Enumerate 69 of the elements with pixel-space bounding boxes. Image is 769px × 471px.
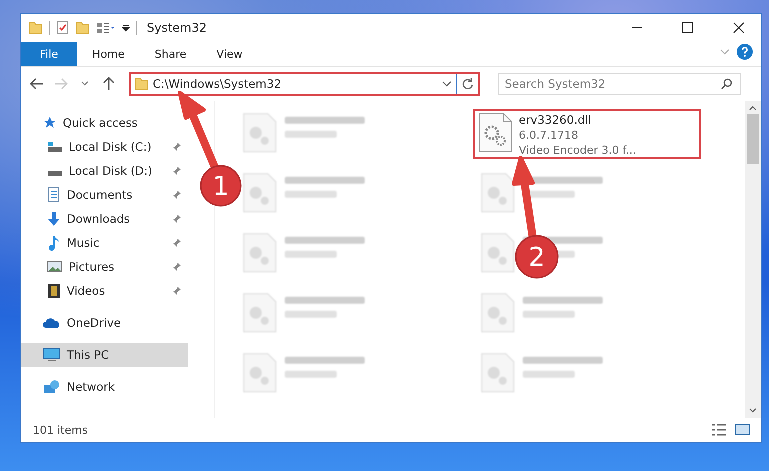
file-menu-button[interactable]: File xyxy=(21,42,78,66)
file-detail: 6.0.7.1718 xyxy=(519,128,580,143)
search-icon xyxy=(721,78,733,90)
sidebar-item[interactable]: OneDrive xyxy=(21,311,188,335)
thumbnail-icon xyxy=(735,423,751,437)
help-icon xyxy=(737,44,753,60)
address-bar[interactable]: C:\Windows\System32 xyxy=(129,72,480,96)
file-item[interactable]: erv33260.dll 6.0.7.1718 Video Encoder 3.0 f... xyxy=(473,109,701,159)
sidebar-item[interactable]: Videos xyxy=(21,279,188,303)
chevron-down-icon xyxy=(81,81,89,87)
pin-icon xyxy=(172,238,182,248)
step-marker xyxy=(200,165,242,207)
sidebar-item[interactable]: Network xyxy=(21,375,188,399)
sidebar-item[interactable]: Music xyxy=(21,231,188,255)
sidebar-item[interactable]: Downloads xyxy=(21,207,188,231)
scroll-up-icon xyxy=(749,104,757,112)
ribbon-tab[interactable]: View xyxy=(202,42,258,66)
gear-file-icon xyxy=(479,113,513,153)
step-number: 1 xyxy=(212,172,230,202)
sidebar-item[interactable]: Local Disk (C:) xyxy=(21,135,188,159)
pin-icon xyxy=(172,262,182,272)
pin-icon xyxy=(172,190,182,200)
list-icon xyxy=(711,423,727,437)
folder-icon xyxy=(135,77,149,91)
ribbon-tab[interactable]: Home xyxy=(77,42,140,66)
search-field[interactable]: Search System32 xyxy=(498,73,741,95)
pin-icon xyxy=(172,286,182,296)
picture-icon xyxy=(47,260,63,274)
pin-icon xyxy=(172,142,182,152)
film-icon xyxy=(47,283,61,299)
sidebar-item[interactable]: Documents xyxy=(21,183,188,207)
up-arrow-icon xyxy=(103,77,115,91)
scrollbar[interactable] xyxy=(745,101,761,418)
item-count: 101 items xyxy=(33,424,90,436)
document-icon xyxy=(47,187,61,203)
file-name: erv33260.dll xyxy=(519,113,593,128)
step-number: 2 xyxy=(528,243,546,273)
sidebar-item[interactable]: This PC xyxy=(21,343,188,367)
folder-icon xyxy=(76,21,90,35)
pin-icon xyxy=(172,166,182,176)
ribbon-tab[interactable]: Share xyxy=(140,42,202,66)
drive-icon xyxy=(47,141,63,153)
scrollbar-thumb[interactable] xyxy=(747,114,759,164)
pin-icon xyxy=(172,214,182,224)
sidebar-item[interactable]: Quick access xyxy=(21,111,188,135)
help-button[interactable] xyxy=(735,42,755,62)
step-marker xyxy=(515,235,559,279)
back-arrow-icon xyxy=(30,78,44,90)
network-icon xyxy=(43,380,61,394)
maximize-icon xyxy=(682,22,694,34)
properties-icon xyxy=(56,21,70,35)
download-arrow-icon xyxy=(47,211,61,227)
refresh-icon xyxy=(462,78,474,90)
monitor-icon xyxy=(43,348,61,362)
sidebar-item[interactable]: Local Disk (D:) xyxy=(21,159,188,183)
scroll-down-icon xyxy=(749,407,757,415)
folder-icon xyxy=(29,21,43,35)
view-options-icon xyxy=(96,21,116,35)
chevron-down-icon xyxy=(720,48,730,56)
cloud-icon xyxy=(43,317,61,329)
window-title: System32 xyxy=(147,21,208,35)
file-detail: Video Encoder 3.0 f... xyxy=(519,143,636,158)
dropdown-icon xyxy=(122,23,130,33)
sidebar-item[interactable]: Pictures xyxy=(21,255,188,279)
dropdown-icon xyxy=(442,80,452,88)
forward-arrow-icon xyxy=(54,78,68,90)
star-icon xyxy=(43,116,57,130)
close-icon xyxy=(732,22,744,34)
music-note-icon xyxy=(47,235,61,251)
